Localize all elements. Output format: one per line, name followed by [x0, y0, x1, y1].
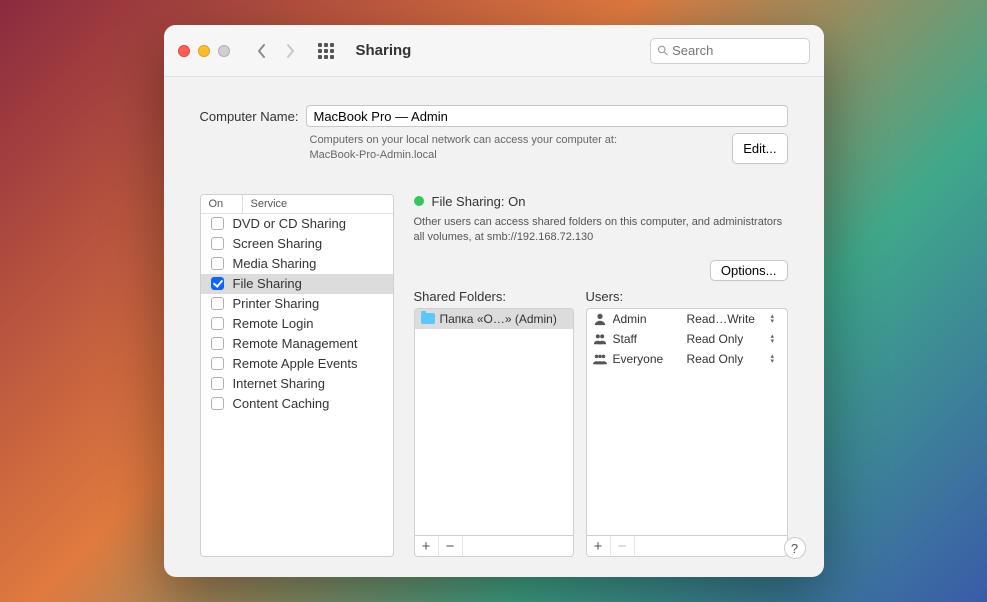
users-label: Users: — [586, 289, 788, 304]
user-name: Everyone — [613, 352, 681, 366]
service-item[interactable]: DVD or CD Sharing — [201, 214, 393, 234]
service-checkbox[interactable] — [211, 277, 224, 290]
service-label: Remote Login — [233, 316, 314, 331]
options-button[interactable]: Options... — [710, 260, 788, 281]
service-label: Screen Sharing — [233, 236, 323, 251]
services-header: On Service — [201, 195, 393, 214]
user-add-button[interactable]: + — [587, 536, 611, 556]
service-label: Printer Sharing — [233, 296, 320, 311]
service-label: DVD or CD Sharing — [233, 216, 346, 231]
service-checkbox[interactable] — [211, 357, 224, 370]
service-label: Content Caching — [233, 396, 330, 411]
shared-folders-list[interactable]: Папка «О…» (Admin) — [414, 308, 574, 535]
status-title: File Sharing: On — [432, 194, 526, 209]
preferences-window: Sharing Computer Name: Computers on your… — [164, 25, 824, 577]
service-checkbox[interactable] — [211, 317, 224, 330]
status-dot-icon — [414, 196, 424, 206]
folder-remove-button[interactable]: − — [439, 536, 463, 556]
service-item[interactable]: Remote Apple Events — [201, 354, 393, 374]
service-item[interactable]: Remote Login — [201, 314, 393, 334]
service-item[interactable]: Internet Sharing — [201, 374, 393, 394]
service-label: Remote Management — [233, 336, 358, 351]
service-item[interactable]: Screen Sharing — [201, 234, 393, 254]
service-checkbox[interactable] — [211, 377, 224, 390]
service-label: Media Sharing — [233, 256, 317, 271]
user-icon — [593, 332, 607, 346]
service-item[interactable]: Remote Management — [201, 334, 393, 354]
traffic-lights — [178, 45, 230, 57]
computer-name-input[interactable] — [306, 105, 787, 127]
detail-panel: File Sharing: On Other users can access … — [414, 194, 788, 557]
back-button[interactable] — [252, 41, 272, 61]
folder-add-button[interactable]: + — [415, 536, 439, 556]
service-checkbox[interactable] — [211, 257, 224, 270]
user-icon — [593, 352, 607, 366]
computer-name-hint: Computers on your local network can acce… — [310, 133, 733, 164]
service-label: Remote Apple Events — [233, 356, 358, 371]
user-name: Admin — [613, 312, 681, 326]
shared-folder-item[interactable]: Папка «О…» (Admin) — [415, 309, 573, 329]
show-all-icon[interactable] — [316, 41, 336, 61]
computer-name-label: Computer Name: — [200, 109, 299, 124]
user-icon — [593, 312, 607, 326]
users-add-remove: + − — [586, 535, 788, 557]
service-item[interactable]: File Sharing — [201, 274, 393, 294]
close-window-button[interactable] — [178, 45, 190, 57]
service-item[interactable]: Printer Sharing — [201, 294, 393, 314]
service-checkbox[interactable] — [211, 217, 224, 230]
user-remove-button: − — [611, 536, 635, 556]
service-label: Internet Sharing — [233, 376, 326, 391]
user-item[interactable]: Staff Read Only ▴▾ — [587, 329, 787, 349]
search-icon — [657, 44, 669, 57]
status-description: Other users can access shared folders on… — [414, 215, 788, 246]
services-panel: On Service DVD or CD Sharing Screen Shari… — [200, 194, 394, 557]
titlebar: Sharing — [164, 25, 824, 77]
search-field[interactable] — [650, 38, 810, 64]
help-button[interactable]: ? — [784, 537, 806, 559]
folder-name: Папка «О…» (Admin) — [440, 312, 557, 326]
permission-stepper-icon[interactable]: ▴▾ — [771, 314, 781, 324]
shared-folders-label: Shared Folders: — [414, 289, 574, 304]
content-area: Computer Name: Computers on your local n… — [164, 77, 824, 577]
service-item[interactable]: Content Caching — [201, 394, 393, 414]
service-checkbox[interactable] — [211, 337, 224, 350]
user-permission[interactable]: Read Only — [687, 332, 765, 346]
permission-stepper-icon[interactable]: ▴▾ — [771, 334, 781, 344]
user-item[interactable]: Everyone Read Only ▴▾ — [587, 349, 787, 369]
service-label: File Sharing — [233, 276, 302, 291]
service-checkbox[interactable] — [211, 297, 224, 310]
folder-icon — [421, 313, 435, 324]
edit-button[interactable]: Edit... — [732, 133, 787, 164]
users-list[interactable]: AdminRead…Write▴▾StaffRead Only▴▾Everyon… — [586, 308, 788, 535]
window-title: Sharing — [356, 42, 412, 59]
service-checkbox[interactable] — [211, 237, 224, 250]
folders-add-remove: + − — [414, 535, 574, 557]
service-item[interactable]: Media Sharing — [201, 254, 393, 274]
services-header-on: On — [201, 195, 243, 213]
user-name: Staff — [613, 332, 681, 346]
user-permission[interactable]: Read Only — [687, 352, 765, 366]
user-item[interactable]: Admin Read…Write ▴▾ — [587, 309, 787, 329]
user-permission[interactable]: Read…Write — [687, 312, 765, 326]
minimize-window-button[interactable] — [198, 45, 210, 57]
service-checkbox[interactable] — [211, 397, 224, 410]
services-header-service: Service — [243, 195, 296, 213]
services-list[interactable]: DVD or CD Sharing Screen Sharing Media Sha… — [201, 214, 393, 556]
permission-stepper-icon[interactable]: ▴▾ — [771, 354, 781, 364]
zoom-window-button[interactable] — [218, 45, 230, 57]
search-input[interactable] — [672, 43, 802, 58]
forward-button[interactable] — [280, 41, 300, 61]
